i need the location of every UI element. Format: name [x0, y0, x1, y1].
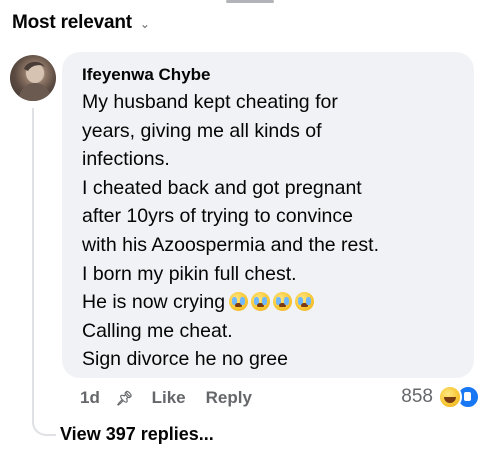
crying-face-emoji-icon — [273, 292, 293, 312]
sort-selector[interactable]: Most relevant ⌄ — [12, 12, 150, 34]
comment-text-line: with his Azoospermia and the rest. — [82, 233, 379, 256]
crying-face-emoji-icon — [229, 292, 249, 312]
comment-text-segment: He is now crying — [82, 291, 226, 314]
comment-timestamp[interactable]: 1d — [80, 388, 100, 408]
comment-text-line: My husband kept cheating for — [82, 91, 338, 113]
thread-connector — [32, 408, 56, 436]
comment-text-line: Calling me cheat. — [82, 319, 233, 342]
pin-icon: 📌︎ — [115, 389, 134, 406]
reactions-summary[interactable]: 858 — [401, 385, 480, 409]
comment-text-line-with-emoji: He is now crying — [82, 288, 460, 317]
thread-line — [32, 108, 34, 408]
comment-text-line: I cheated back and got pregnant — [82, 176, 362, 199]
view-replies-link[interactable]: View 397 replies... — [60, 424, 214, 445]
drag-handle[interactable] — [226, 0, 274, 3]
reaction-count: 858 — [401, 386, 433, 407]
comment-bubble[interactable]: Ifeyenwa Chybe My husband kept cheating … — [62, 52, 474, 378]
comment-author[interactable]: Ifeyenwa Chybe — [82, 64, 460, 86]
sort-label: Most relevant — [12, 12, 132, 33]
comment-text-line: I born my pikin full chest. — [82, 262, 297, 285]
crying-face-emoji-icon — [251, 292, 271, 312]
comment-text-line: after 10yrs of trying to convince — [82, 205, 353, 228]
emoji-row — [229, 292, 315, 312]
comment-text-line: infections. — [82, 148, 170, 171]
reply-button[interactable]: Reply — [206, 388, 252, 408]
haha-reaction-icon — [438, 385, 462, 409]
comment-text-line: Sign divorce he no gree — [82, 348, 288, 371]
avatar[interactable] — [10, 55, 56, 101]
chevron-down-icon: ⌄ — [139, 17, 150, 31]
comment-text-line: years, giving me all kinds of — [82, 119, 322, 142]
comment-actions: 1d 📌︎ Like Reply 858 — [80, 385, 480, 411]
crying-face-emoji-icon — [295, 292, 315, 312]
like-button[interactable]: Like — [152, 388, 186, 408]
